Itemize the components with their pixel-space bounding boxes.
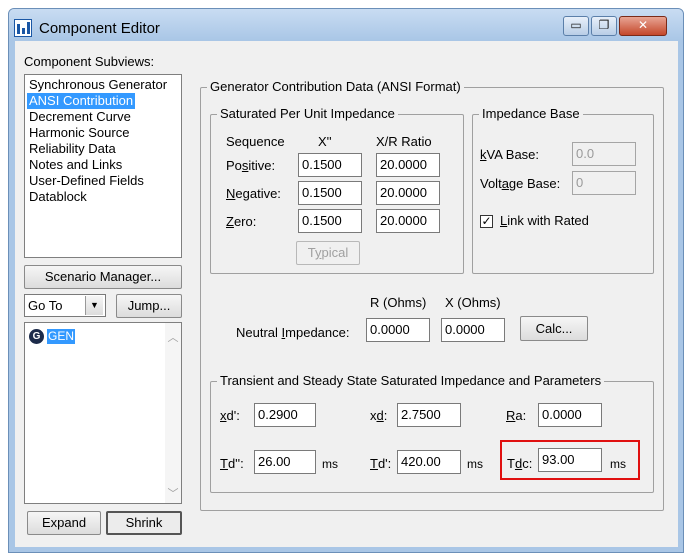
tdc-field[interactable]: 93.00	[538, 448, 602, 472]
kva-base-field[interactable]: 0.0	[572, 142, 636, 166]
negative-x-field[interactable]: 0.1500	[298, 181, 362, 205]
shrink-button[interactable]: Shrink	[106, 511, 182, 535]
app-icon	[14, 19, 32, 37]
positive-label: Positive:	[226, 158, 276, 173]
subviews-list[interactable]: Synchronous Generator ANSI Contribution …	[24, 74, 182, 258]
calc-button[interactable]: Calc...	[520, 316, 588, 341]
maximize-button[interactable]: ❐	[591, 16, 617, 36]
neutral-x-field[interactable]: 0.0000	[441, 318, 505, 342]
ra-field[interactable]: 0.0000	[538, 403, 602, 427]
negative-label: Negative:	[226, 186, 281, 201]
voltage-base-field[interactable]: 0	[572, 171, 636, 195]
scroll-down-icon[interactable]: ﹀	[166, 485, 180, 501]
list-item[interactable]: User-Defined Fields	[29, 173, 144, 189]
xd-field[interactable]: 2.7500	[397, 403, 461, 427]
td-double-prime-label: Td'':	[220, 456, 244, 471]
list-item[interactable]: Notes and Links	[29, 157, 122, 173]
list-item[interactable]: Harmonic Source	[29, 125, 129, 141]
zero-xr-field[interactable]: 20.0000	[376, 209, 440, 233]
link-with-rated-label: Link with Rated	[500, 213, 589, 228]
tdc-label: Tdc:	[507, 456, 533, 471]
tdc-unit: ms	[610, 457, 626, 471]
generator-icon: G	[29, 329, 44, 344]
positive-xr-field[interactable]: 20.0000	[376, 153, 440, 177]
x2-header: X''	[318, 134, 332, 149]
kva-base-label: kVA Base:	[480, 147, 540, 162]
goto-dropdown[interactable]: Go To ▼	[24, 294, 106, 317]
negative-xr-field[interactable]: 20.0000	[376, 181, 440, 205]
minimize-icon: ▭	[570, 18, 582, 32]
chevron-down-icon[interactable]: ▼	[85, 296, 103, 315]
td-prime-field[interactable]: 420.00	[397, 450, 461, 474]
link-with-rated-checkbox[interactable]: ✓	[480, 215, 493, 228]
td-prime-label: Td':	[370, 456, 392, 471]
list-item[interactable]: Datablock	[29, 189, 87, 205]
voltage-base-label: Voltage Base:	[480, 176, 561, 191]
typical-button[interactable]: Typical	[296, 241, 360, 265]
list-item[interactable]: Decrement Curve	[29, 109, 131, 125]
list-item[interactable]: Reliability Data	[29, 141, 116, 157]
td-double-prime-unit: ms	[322, 457, 338, 471]
minimize-button[interactable]: ▭	[563, 16, 589, 36]
neutral-r-field[interactable]: 0.0000	[366, 318, 430, 342]
r-ohms-header: R (Ohms)	[370, 295, 427, 310]
window-title: Component Editor	[39, 20, 160, 37]
group-title: Generator Contribution Data (ANSI Format…	[207, 79, 464, 94]
list-item-selected[interactable]: ANSI Contribution	[27, 93, 136, 109]
scenario-manager-button[interactable]: Scenario Manager...	[24, 265, 182, 289]
tree-scrollbar[interactable]: ︿ ﹀	[165, 323, 181, 503]
sequence-header: Sequence	[226, 134, 285, 149]
ra-label: Ra:	[506, 408, 527, 423]
scroll-up-icon[interactable]: ︿	[166, 329, 180, 345]
xr-ratio-header: X/R Ratio	[376, 134, 432, 149]
expand-button[interactable]: Expand	[27, 511, 101, 535]
xd-label: xd:	[370, 408, 388, 423]
td-prime-unit: ms	[467, 457, 483, 471]
saturated-impedance-title: Saturated Per Unit Impedance	[217, 106, 398, 121]
maximize-icon: ❐	[598, 18, 610, 32]
close-icon: ✕	[637, 18, 649, 32]
zero-label: Zero:	[226, 214, 257, 229]
x-ohms-header: X (Ohms)	[445, 295, 501, 310]
component-tree[interactable]: G GEN ︿ ﹀	[24, 322, 182, 504]
jump-button[interactable]: Jump...	[116, 294, 182, 318]
positive-x-field[interactable]: 0.1500	[298, 153, 362, 177]
xd-prime-label: xd':	[220, 408, 240, 423]
tree-item-gen[interactable]: GEN	[47, 329, 76, 344]
subviews-label: Component Subviews:	[24, 54, 155, 69]
neutral-impedance-label: Neutral Impedance:	[236, 325, 350, 340]
impedance-base-title: Impedance Base	[479, 106, 583, 121]
td-double-prime-field[interactable]: 26.00	[254, 450, 316, 474]
transient-title: Transient and Steady State Saturated Imp…	[217, 373, 605, 388]
goto-value: Go To	[28, 298, 63, 313]
close-button[interactable]: ✕	[619, 16, 667, 36]
zero-x-field[interactable]: 0.1500	[298, 209, 362, 233]
xd-prime-field[interactable]: 0.2900	[254, 403, 316, 427]
list-item[interactable]: Synchronous Generator	[29, 77, 167, 93]
